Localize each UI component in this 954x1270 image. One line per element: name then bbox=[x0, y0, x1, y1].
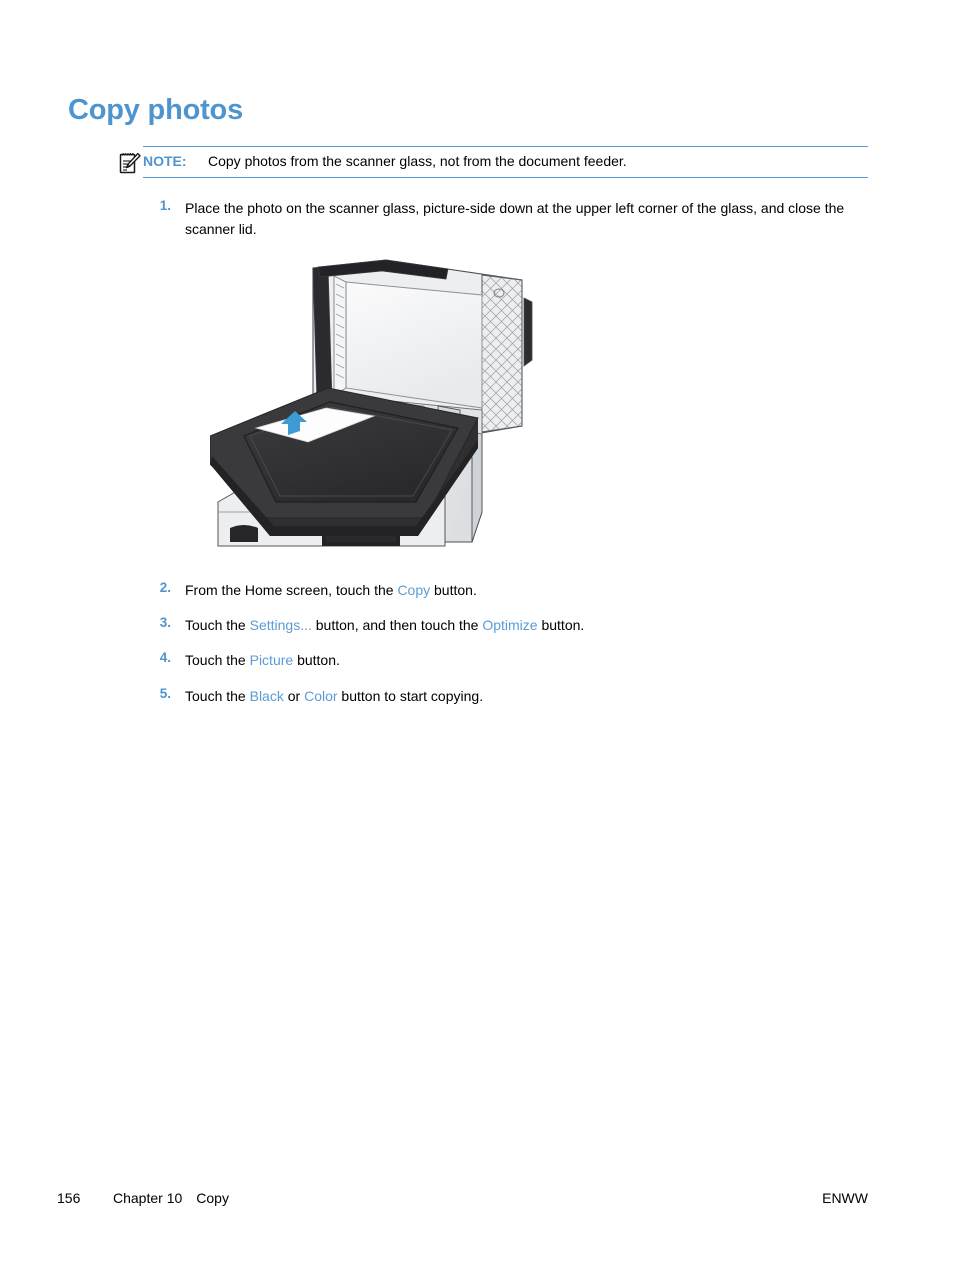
step-number: 4. bbox=[159, 650, 171, 665]
note-pencil-icon bbox=[118, 151, 142, 175]
page-footer: 156 Chapter 10 Copy ENWW bbox=[0, 1190, 954, 1212]
note-bottom-rule bbox=[143, 177, 868, 178]
step-text: From the Home screen, touch the Copy but… bbox=[185, 580, 477, 601]
note-body: NOTE: Copy photos from the scanner glass… bbox=[118, 147, 868, 177]
step5-link-black[interactable]: Black bbox=[250, 688, 284, 704]
step1-line1: Place the photo on the scanner glass, pi… bbox=[185, 200, 758, 216]
footer-left: 156 Chapter 10 Copy bbox=[57, 1190, 229, 1206]
document-page: Copy photos NOTE: Copy photos from the s… bbox=[0, 0, 954, 1270]
step4-link-picture[interactable]: Picture bbox=[250, 652, 294, 668]
step5-mid: or bbox=[283, 688, 305, 704]
footer-chapter: Chapter 10 bbox=[113, 1190, 183, 1206]
step5-link-color[interactable]: Color bbox=[304, 688, 337, 704]
note-label: NOTE: bbox=[143, 153, 187, 169]
step3-pre: Touch the bbox=[185, 617, 250, 633]
step2-post: button. bbox=[430, 582, 477, 598]
step5-post: button to start copying. bbox=[337, 688, 484, 704]
step-number: 5. bbox=[159, 686, 171, 701]
page-title: Copy photos bbox=[68, 94, 244, 126]
step2-link-copy[interactable]: Copy bbox=[397, 582, 430, 598]
footer-locale: ENWW bbox=[822, 1190, 868, 1206]
scanner-illustration-svg bbox=[210, 259, 533, 547]
step2-pre: From the Home screen, touch the bbox=[185, 582, 398, 598]
footer-section: Copy bbox=[196, 1190, 229, 1206]
step3-post: button. bbox=[537, 617, 585, 633]
step3-link-optimize[interactable]: Optimize bbox=[482, 617, 537, 633]
step-number: 1. bbox=[159, 198, 171, 213]
step4-post: button. bbox=[293, 652, 340, 668]
step3-mid: button, and then touch the bbox=[311, 617, 483, 633]
step4-pre: Touch the bbox=[185, 652, 250, 668]
scanner-glass-photo-placement-illustration bbox=[210, 250, 540, 550]
note-callout: NOTE: Copy photos from the scanner glass… bbox=[118, 146, 868, 178]
step-number: 2. bbox=[159, 580, 171, 595]
step5-pre: Touch the bbox=[185, 688, 250, 704]
step3-link-settings[interactable]: Settings... bbox=[250, 617, 312, 633]
step-text: Touch the Settings... button, and then t… bbox=[185, 615, 584, 636]
step-number: 3. bbox=[159, 615, 171, 630]
step-text: Touch the Black or Color button to start… bbox=[185, 686, 483, 707]
footer-page-number: 156 bbox=[57, 1190, 81, 1206]
note-text: Copy photos from the scanner glass, not … bbox=[208, 153, 627, 169]
step-text: Place the photo on the scanner glass, pi… bbox=[185, 198, 865, 240]
step-text: Touch the Picture button. bbox=[185, 650, 340, 671]
